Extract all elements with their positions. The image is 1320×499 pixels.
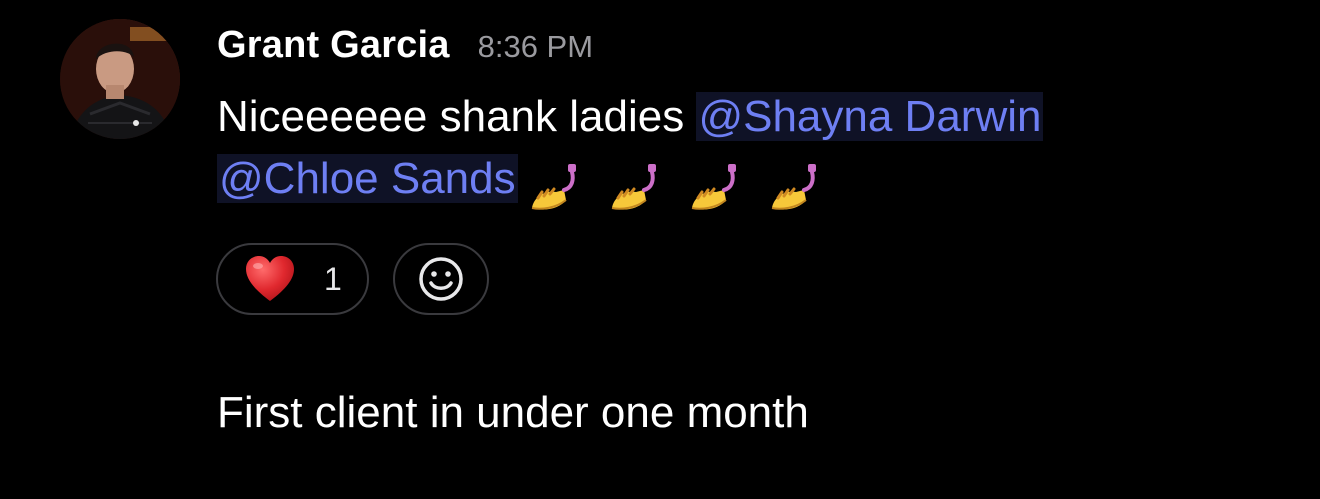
nail-polish-icon xyxy=(531,164,576,211)
message-text-prefix: Niceeeeee shank ladies xyxy=(217,92,697,141)
emoji-group xyxy=(528,156,837,218)
reaction-count: 1 xyxy=(324,260,342,297)
next-message-text: First client in under one month xyxy=(217,388,809,437)
nail-polish-icon xyxy=(611,164,656,211)
smiley-add-icon xyxy=(419,257,463,301)
add-reaction-button[interactable] xyxy=(393,243,489,315)
message-text: Niceeeeee shank ladies @Shayna Darwin @Ch… xyxy=(217,86,1237,218)
mention-chloe-sands[interactable]: @Chloe Sands xyxy=(217,154,518,203)
heart-icon xyxy=(246,256,294,301)
heart-reaction-button[interactable]: 1 xyxy=(216,243,369,315)
message-timestamp: 8:36 PM xyxy=(477,29,594,64)
reaction-bar: 1 xyxy=(216,243,489,315)
avatar-photo xyxy=(60,19,180,139)
message-header: Grant Garcia 8:36 PM xyxy=(217,24,593,72)
nail-polish-icon xyxy=(772,164,817,211)
avatar[interactable] xyxy=(60,19,180,139)
author-name[interactable]: Grant Garcia xyxy=(217,24,450,67)
nail-polish-icon xyxy=(691,164,737,211)
mention-shayna-darwin[interactable]: @Shayna Darwin xyxy=(696,92,1044,141)
